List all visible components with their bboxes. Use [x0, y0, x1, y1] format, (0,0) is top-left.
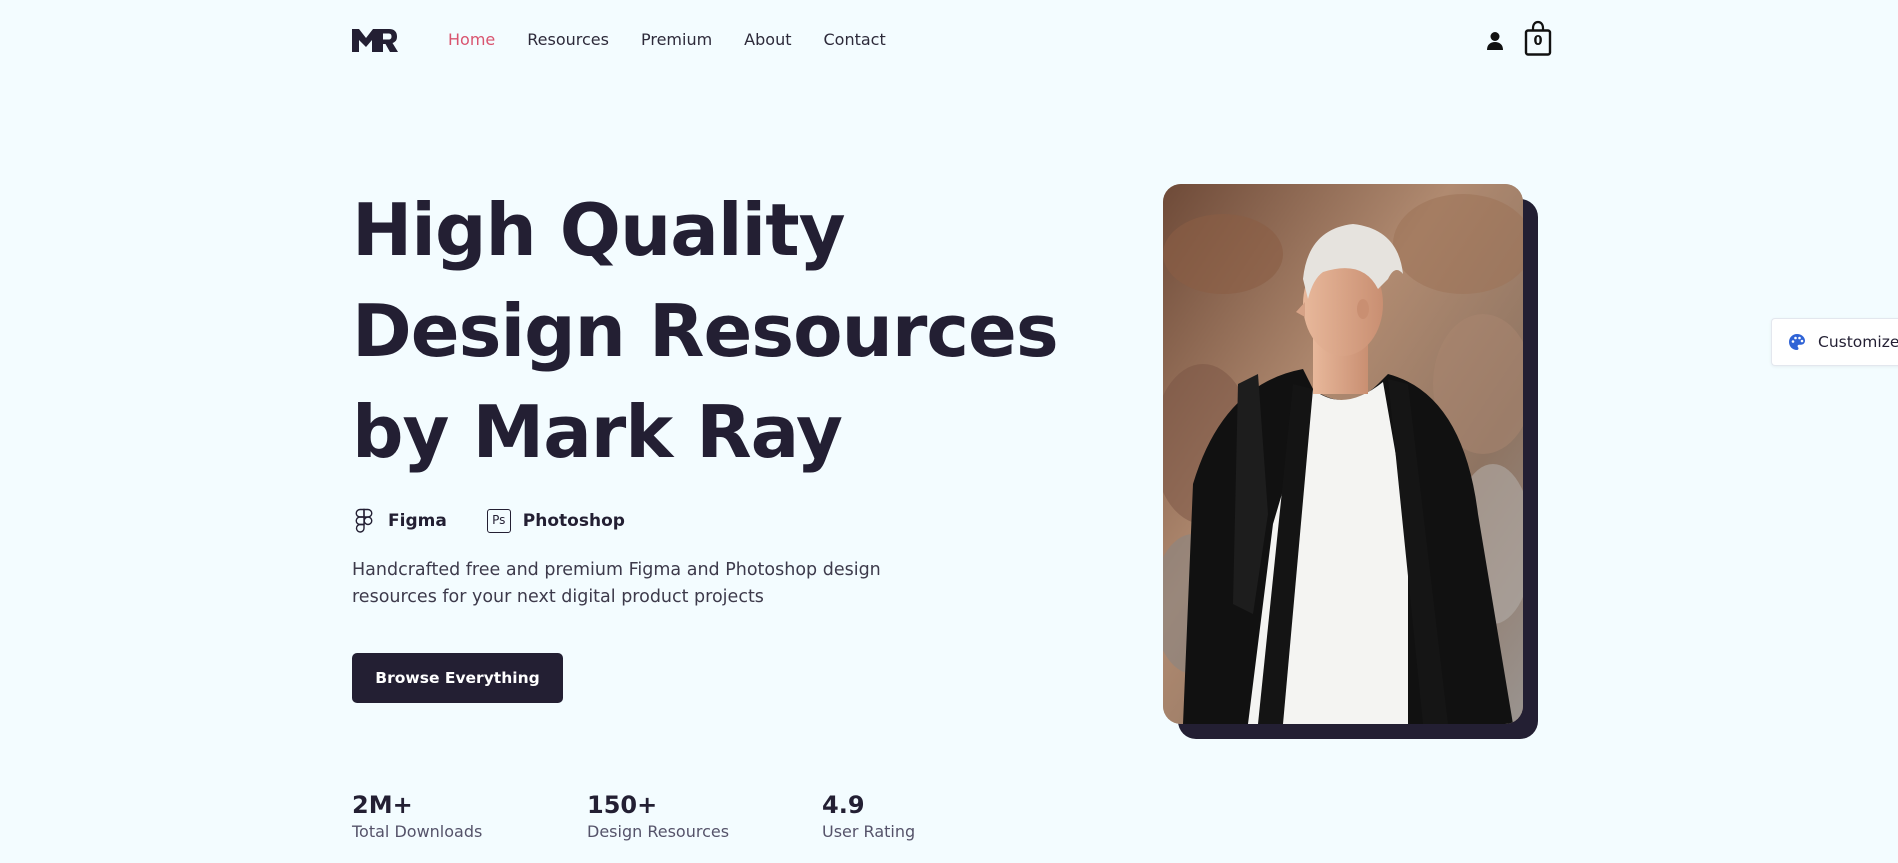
stat-value: 150+ [587, 791, 658, 819]
main-nav: Home Resources Premium About Contact [448, 31, 918, 49]
palette-icon [1789, 334, 1805, 350]
tool-photoshop-label: Photoshop [522, 511, 625, 531]
stat-label: User Rating [822, 822, 916, 841]
hero-title-line-2: Design Resources [352, 289, 1059, 373]
hero-title-line-1: High Quality [352, 188, 846, 272]
nav-resources[interactable]: Resources [527, 31, 609, 49]
tool-figma: Figma [352, 508, 447, 534]
tool-figma-label: Figma [388, 511, 447, 531]
customize-label: Customize [1818, 333, 1898, 351]
site-header: MR Home Resources Premium About Contact … [352, 20, 1552, 60]
nav-premium[interactable]: Premium [641, 31, 712, 49]
cart-button[interactable]: 0 [1524, 20, 1552, 56]
stat-resources: 150+ Design Resources [587, 790, 787, 842]
hero-title-line-3: by Mark Ray [352, 390, 843, 474]
browse-everything-button[interactable]: Browse Everything [352, 653, 563, 703]
stat-value: 4.9 [822, 791, 865, 819]
mr-logo[interactable]: MR [352, 29, 398, 52]
nav-home[interactable]: Home [448, 31, 495, 49]
portrait-illustration [1163, 184, 1523, 724]
stat-value: 2M+ [352, 791, 413, 819]
stat-label: Design Resources [587, 822, 730, 841]
stat-rating: 4.9 User Rating [822, 790, 1022, 842]
customize-tab[interactable]: Customize [1771, 318, 1898, 366]
tools-list: Figma Ps Photoshop [352, 507, 665, 535]
user-icon[interactable] [1486, 31, 1504, 51]
stat-label: Total Downloads [352, 822, 483, 841]
stat-downloads: 2M+ Total Downloads [352, 790, 552, 842]
hero-title: High Quality Design Resources by Mark Ra… [352, 180, 1059, 483]
photoshop-icon: Ps [486, 509, 511, 533]
hero-description: Handcrafted free and premium Figma and P… [352, 560, 881, 607]
nav-contact[interactable]: Contact [823, 31, 885, 49]
tool-photoshop: Ps Photoshop [486, 509, 625, 533]
nav-about[interactable]: About [744, 31, 791, 49]
hero-portrait-photo [1163, 184, 1523, 724]
cart-count-badge: 0 [1533, 34, 1543, 49]
figma-icon [355, 508, 373, 533]
